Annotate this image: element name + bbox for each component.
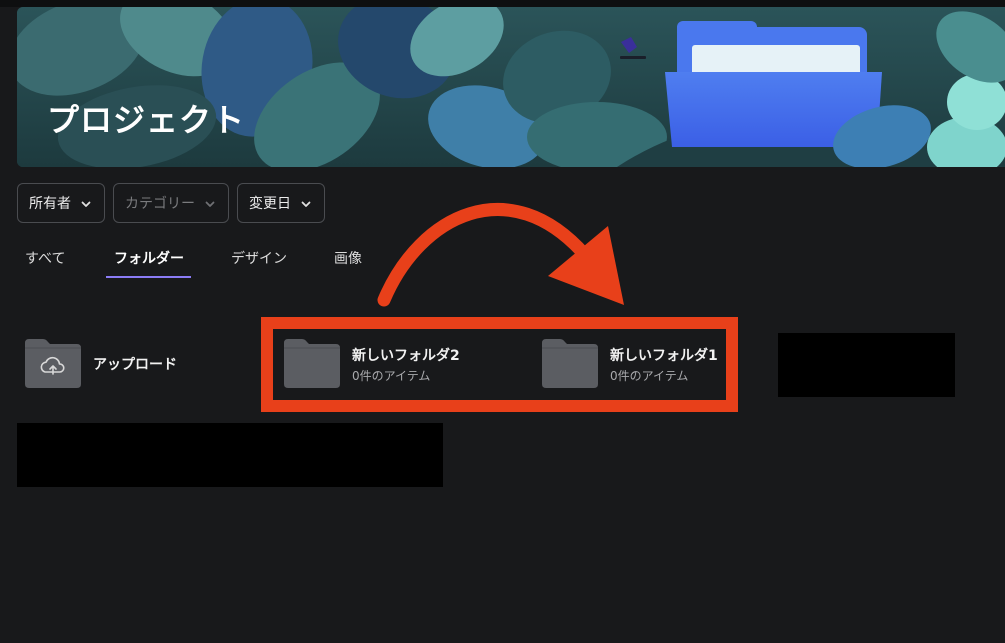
tab-all[interactable]: すべて <box>25 248 65 268</box>
redacted-item <box>17 423 443 487</box>
category-filter-label: カテゴリー <box>125 196 195 212</box>
upload-item-label: アップロード <box>93 357 177 373</box>
category-filter-dropdown[interactable]: カテゴリー <box>113 183 229 223</box>
modified-date-filter-dropdown[interactable]: 変更日 <box>237 183 325 223</box>
tab-designs[interactable]: デザイン <box>231 248 287 268</box>
owner-filter-label: 所有者 <box>29 196 71 212</box>
chevron-down-icon <box>205 201 215 207</box>
modified-date-filter-label: 変更日 <box>249 196 291 212</box>
tab-images[interactable]: 画像 <box>334 248 362 268</box>
cloud-upload-icon <box>25 339 81 388</box>
owner-filter-dropdown[interactable]: 所有者 <box>17 183 105 223</box>
redacted-item <box>778 333 955 397</box>
project-banner: プロジェクト <box>17 7 1005 167</box>
page-title: プロジェクト <box>47 101 246 139</box>
active-tab-indicator <box>106 276 191 278</box>
upload-folder-item[interactable]: アップロード <box>25 338 225 388</box>
annotation-highlight-box <box>261 317 738 412</box>
chevron-down-icon <box>301 201 311 207</box>
tab-folders[interactable]: フォルダー <box>114 248 184 268</box>
chevron-down-icon <box>81 201 91 207</box>
top-strip <box>0 0 1005 7</box>
banner-illustration <box>17 7 1005 167</box>
